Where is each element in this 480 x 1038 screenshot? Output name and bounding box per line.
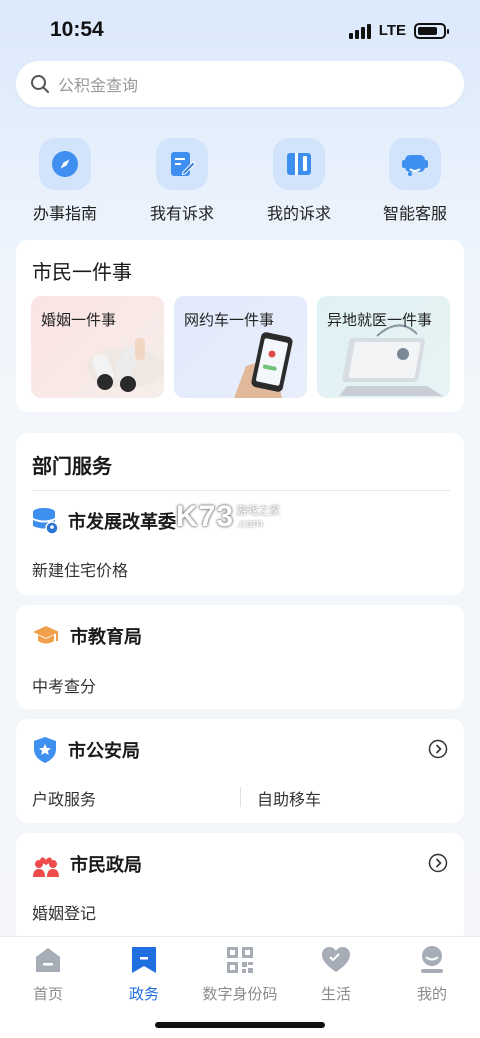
graduation-cap-icon xyxy=(33,626,59,644)
search-icon xyxy=(31,75,49,93)
event-tile-ride-hailing[interactable]: 网约车一件事 xyxy=(174,296,307,398)
dept-services-title: 部门服务 xyxy=(32,454,112,478)
divider xyxy=(32,490,450,491)
network-type: LTE xyxy=(378,22,406,39)
search-bar[interactable]: 公积金查询 xyxy=(16,61,464,107)
status-time: 10:54 xyxy=(50,18,104,41)
dept-public-security[interactable]: 市公安局 xyxy=(32,736,140,764)
citizen-events-card: 市民一件事 婚姻一件事 网约车一件事 异地就医一件事 xyxy=(16,240,464,412)
quick-action-my-requests[interactable]: 我的诉求 xyxy=(244,138,354,224)
couple-heart-icon xyxy=(33,857,59,877)
tab-label: 我的 xyxy=(416,985,447,1003)
dept-name: 市发展改革委 xyxy=(68,512,176,533)
bookmark-icon xyxy=(132,947,156,973)
battery-icon xyxy=(414,22,449,39)
tab-label: 数字身份码 xyxy=(202,985,278,1003)
event-tile-label: 婚姻一件事 xyxy=(41,311,117,329)
book-pen-icon xyxy=(273,138,325,190)
quick-action-smart-service[interactable]: 智能客服 xyxy=(360,138,470,224)
watermark-line1: 游戏之家 xyxy=(236,504,281,517)
service-link-new-housing-price[interactable]: 新建住宅价格 xyxy=(32,557,128,581)
service-link-marriage-registration[interactable]: 婚姻登记 xyxy=(32,900,96,924)
dept-civil-affairs[interactable]: 市民政局 xyxy=(32,850,142,878)
chevron-right-icon[interactable] xyxy=(428,739,448,759)
event-tile-remote-medical[interactable]: 异地就医一件事 xyxy=(317,296,450,398)
citizen-events-list: 婚姻一件事 网约车一件事 异地就医一件事 xyxy=(31,296,450,398)
home-icon xyxy=(36,948,60,972)
dept-card-education: 市教育局 中考查分 xyxy=(16,605,464,709)
service-link-household[interactable]: 户政服务 xyxy=(32,786,96,810)
dept-development-reform[interactable]: 市发展改革委 xyxy=(32,507,176,535)
tab-profile[interactable]: 我的 xyxy=(384,945,480,1004)
quick-action-guide[interactable]: 办事指南 xyxy=(10,138,120,224)
citizen-events-title: 市民一件事 xyxy=(32,260,132,284)
dept-card-public-security: 市公安局 户政服务 自助移车 xyxy=(16,719,464,823)
watermark-brand: K73 xyxy=(176,500,235,533)
tab-digital-id[interactable]: 数字身份码 xyxy=(192,945,288,1004)
headset-icon xyxy=(389,138,441,190)
event-tile-label: 异地就医一件事 xyxy=(327,311,433,329)
status-bar: 10:54 LTE xyxy=(0,0,480,62)
watermark-logo: K73 游戏之家 .com xyxy=(176,500,280,534)
tab-government[interactable]: 政务 xyxy=(96,945,192,1004)
compass-icon xyxy=(39,138,91,190)
tab-label: 生活 xyxy=(320,985,351,1003)
dept-education[interactable]: 市教育局 xyxy=(32,623,142,649)
tab-label: 首页 xyxy=(32,985,63,1003)
service-link-move-car[interactable]: 自助移车 xyxy=(257,786,321,810)
quick-action-label: 我有诉求 xyxy=(149,204,214,223)
dept-card-civil-affairs: 市民政局 婚姻登记 xyxy=(16,833,464,943)
dept-name: 市民政局 xyxy=(70,855,142,876)
dept-name: 市公安局 xyxy=(68,741,140,762)
qr-code-icon xyxy=(227,947,253,973)
quick-action-label: 智能客服 xyxy=(382,204,447,223)
signal-icon xyxy=(348,23,371,39)
database-icon xyxy=(33,508,58,535)
edit-form-icon xyxy=(156,138,208,190)
service-link-exam-score[interactable]: 中考查分 xyxy=(32,673,96,697)
home-indicator[interactable] xyxy=(155,1022,325,1028)
chevron-right-icon[interactable] xyxy=(428,853,448,873)
event-tile-marriage[interactable]: 婚姻一件事 xyxy=(31,296,164,398)
police-badge-icon xyxy=(34,737,56,763)
heart-icon xyxy=(322,947,350,972)
search-placeholder: 公积金查询 xyxy=(58,76,139,95)
event-tile-label: 网约车一件事 xyxy=(184,311,275,329)
profile-icon xyxy=(421,946,443,973)
tab-life[interactable]: 生活 xyxy=(288,945,384,1004)
quick-action-submit-request[interactable]: 我有诉求 xyxy=(127,138,237,224)
dept-name: 市教育局 xyxy=(70,627,142,648)
divider xyxy=(240,787,241,807)
status-indicators: LTE xyxy=(348,22,449,39)
tab-label: 政务 xyxy=(128,985,159,1003)
quick-action-label: 办事指南 xyxy=(32,204,97,223)
tab-home[interactable]: 首页 xyxy=(0,945,96,1004)
watermark-line2: .com xyxy=(236,517,264,530)
quick-actions: 办事指南 我有诉求 我的诉求 智能客服 xyxy=(0,138,480,228)
quick-action-label: 我的诉求 xyxy=(266,204,331,223)
